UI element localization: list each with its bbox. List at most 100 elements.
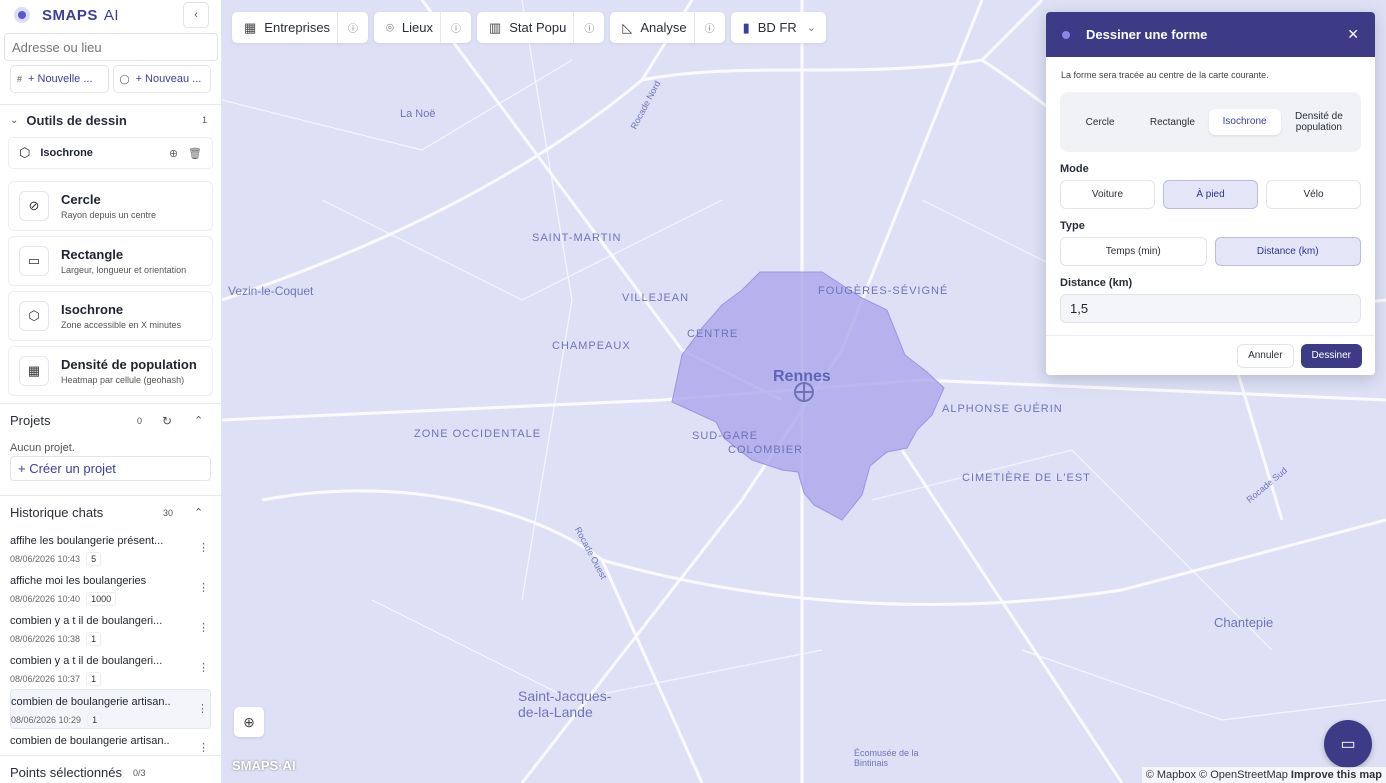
new-item-button[interactable]: # + Nouvelle ... <box>10 65 109 93</box>
chat-date: 08/06/2026 10:38 <box>10 634 81 644</box>
map-label: Vezin-le-Coquet <box>228 284 314 298</box>
building-icon: ▦ <box>244 19 257 35</box>
info-icon[interactable]: ⓘ <box>573 12 604 43</box>
map-label: COLOMBIER <box>728 444 804 456</box>
chat-history-item[interactable]: affiche moi les boulangeries 08/06/2026 1… <box>0 569 221 609</box>
more-icon[interactable]: ⋮ <box>198 581 209 594</box>
map-label: CHAMPEAUX <box>552 340 631 352</box>
map-label: SUD-GARE <box>692 430 759 442</box>
map-label: Saint-Jacques-de-la-Lande <box>518 688 612 720</box>
map-watermark: SMAPS·AI <box>232 758 296 773</box>
brand-name: SMAPS <box>42 6 98 24</box>
zoom-to-icon[interactable]: ⊕ <box>169 147 178 160</box>
chat-history-item[interactable]: combien y a t il de boulangeri... 08/06/2… <box>0 649 221 689</box>
type-temps[interactable]: Temps (min) <box>1060 237 1207 266</box>
brand-suffix: AI <box>103 6 120 24</box>
toolbar-label: Stat Popu <box>509 20 567 35</box>
chat-history-item-selected[interactable]: combien de boulangerie artisan... 08/06/2… <box>10 689 211 729</box>
more-icon[interactable]: ⋮ <box>197 702 208 715</box>
city-label: Rennes <box>773 368 831 385</box>
chat-count: 1 <box>86 672 102 686</box>
map-label: CENTRE <box>687 328 739 340</box>
no-project-text: Aucun projet. <box>10 442 75 454</box>
tool-density[interactable]: ▦ Densité de population Heatmap par cellu… <box>8 346 213 396</box>
hexagon-icon: ⬡ <box>19 145 31 160</box>
attribution-text[interactable]: © Mapbox © OpenStreetMap <box>1146 769 1288 781</box>
chat-history-item[interactable]: combien y a t il de boulangeri... 08/06/2… <box>0 609 221 649</box>
tool-rectangle[interactable]: ▭ Rectangle Largeur, longueur et orientat… <box>8 236 213 286</box>
shape-selector: Cercle Rectangle Isochrone Densité de po… <box>1060 92 1361 152</box>
chevron-up-icon[interactable]: ⌃ <box>194 414 203 427</box>
info-icon[interactable]: ⓘ <box>693 12 725 43</box>
create-project-button[interactable]: + Créer un projet <box>10 456 211 481</box>
map-label: CIMETIÈRE DE L'EST <box>962 472 1091 484</box>
bar-chart-icon: ▥ <box>488 19 502 35</box>
new-chat-button[interactable]: ◯ + Nouveau ... <box>112 65 211 93</box>
history-count-badge: 30 <box>163 507 174 518</box>
more-icon[interactable]: ⋮ <box>198 541 209 554</box>
more-icon[interactable]: ⋮ <box>198 661 209 674</box>
improve-map-link[interactable]: Improve this map <box>1291 769 1382 781</box>
grid-icon: ▦ <box>19 356 49 386</box>
address-search-input[interactable] <box>4 33 218 61</box>
collapse-sidebar-button[interactable]: ‹ <box>183 2 209 28</box>
shape-option-rectangle[interactable]: Rectangle <box>1136 117 1208 128</box>
tool-circle[interactable]: ⊘ Cercle Rayon depuis un centre <box>8 181 213 231</box>
distance-input[interactable]: 1,5 <box>1060 294 1361 323</box>
logo-icon <box>14 7 30 23</box>
history-header[interactable]: Historique chats 30 ⌃ <box>0 495 221 529</box>
globe-icon[interactable]: ⊕ <box>234 707 264 737</box>
chat-history-item[interactable]: affihe les boulangerie présent... 08/06/2… <box>0 529 221 569</box>
history-title: Historique chats <box>10 505 104 520</box>
trash-icon[interactable]: 🗑 <box>188 147 202 160</box>
info-icon[interactable]: ⓘ <box>337 12 368 43</box>
toolbar-lieux[interactable]: ⌾ Lieux ⓘ <box>374 12 471 43</box>
shape-option-isochrone[interactable]: Isochrone <box>1208 109 1281 135</box>
toolbar-bd-fr[interactable]: ▮ BD FR ⌄ <box>730 12 826 43</box>
cancel-button[interactable]: Annuler <box>1237 343 1294 368</box>
info-icon[interactable]: ⓘ <box>439 12 471 43</box>
drawing-count-badge: 1 <box>201 115 207 125</box>
map-label: Chantepie <box>1214 615 1274 630</box>
rectangle-icon: ▭ <box>19 246 49 276</box>
more-icon[interactable]: ⋮ <box>198 741 209 754</box>
mode-velo[interactable]: Vélo <box>1266 180 1361 209</box>
drawn-shape-row[interactable]: ⬡ Isochrone ⊕ 🗑 <box>8 137 213 169</box>
toolbar-stat-popu[interactable]: ▥ Stat Popu ⓘ <box>476 12 605 43</box>
chart-icon: ◺ <box>622 19 633 35</box>
shape-option-densite[interactable]: Densité de population <box>1281 111 1357 133</box>
chat-query: combien y a t il de boulangeri... <box>10 615 163 627</box>
selected-points-header[interactable]: Points sélectionnés 0/3 <box>0 755 221 783</box>
shape-option-cercle[interactable]: Cercle <box>1064 117 1136 128</box>
chat-date: 08/06/2026 10:43 <box>10 554 81 564</box>
chevron-up-icon[interactable]: ⌃ <box>194 506 203 519</box>
chat-icon: ▭ <box>1340 736 1356 753</box>
type-label: Type <box>1060 220 1085 232</box>
dot-icon <box>1062 30 1070 39</box>
mode-voiture[interactable]: Voiture <box>1060 180 1155 209</box>
mode-a-pied[interactable]: À pied <box>1163 180 1258 209</box>
projects-header[interactable]: Projets 0 ↻ ⌃ <box>0 403 221 437</box>
type-distance[interactable]: Distance (km) <box>1214 237 1361 266</box>
sidebar: SMAPS AI ‹ # + Nouvelle ... ◯ + Nouveau ..… <box>0 0 222 783</box>
brand-header: SMAPS AI ‹ <box>0 0 221 30</box>
drawing-tools-header[interactable]: ⌄ Outils de dessin 1 <box>0 105 221 135</box>
close-icon[interactable]: ✕ <box>1347 26 1359 43</box>
toolbar-analyse[interactable]: ◺ Analyse ⓘ <box>610 12 725 43</box>
chat-query: combien y a t il de boulangeri... <box>10 655 163 667</box>
chat-history-item[interactable]: combien de boulangerie artisan... ⋮ <box>0 729 221 755</box>
draw-button[interactable]: Dessiner <box>1300 343 1362 368</box>
map-label: La Noë <box>400 108 436 120</box>
map-label: ALPHONSE GUÉRIN <box>942 403 1063 415</box>
new-chat-label: + Nouveau ... <box>135 73 202 85</box>
map-label: Écomusée de la Bintinais <box>854 748 919 768</box>
toolbar-entreprises[interactable]: ▦ Entreprises ⓘ <box>232 12 369 43</box>
toolbar-label: Lieux <box>401 20 433 35</box>
refresh-icon[interactable]: ↻ <box>162 414 172 428</box>
more-icon[interactable]: ⋮ <box>198 621 209 634</box>
chat-fab-button[interactable]: ▭ <box>1324 720 1372 768</box>
chevron-down-icon: ⌄ <box>10 114 19 126</box>
tool-isochrone[interactable]: ⬡ Isochrone Zone accessible en X minutes <box>8 291 213 341</box>
pin-icon: ⌾ <box>386 19 394 35</box>
tool-subtitle: Zone accessible en X minutes <box>61 320 182 330</box>
